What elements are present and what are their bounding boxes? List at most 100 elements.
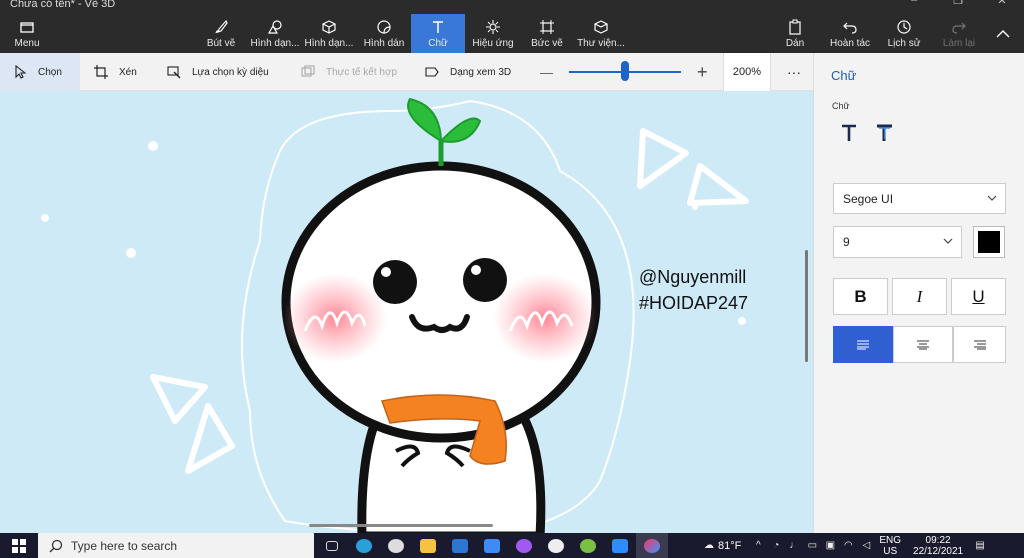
3d-text-button[interactable] [874,121,896,145]
collapse-ribbon-icon[interactable] [996,26,1010,44]
volume-icon[interactable]: ◁ [857,540,875,551]
paint3d-icon[interactable] [636,533,668,558]
sprout-leaf-right [438,117,482,143]
microphone-icon[interactable]: ♩ [785,540,803,551]
watermark-line2: #HOIDAP247 [639,293,749,313]
zoom-slider-thumb[interactable] [621,61,629,81]
maximize-button[interactable]: ❐ [936,0,980,8]
close-button[interactable]: ✕ [980,0,1024,8]
more-button[interactable]: ··· [787,53,801,91]
windows-taskbar: Type here to search ☁ 81°F ^ ◔ ♩ ▭ ▣ ◠ ◁… [0,533,1024,558]
minimize-button[interactable]: – [892,0,936,8]
font-size-value: 9 [843,235,850,249]
weather-temp[interactable]: 81°F [718,540,741,552]
chevron-up-icon[interactable]: ^ [749,540,767,551]
watermark-line1: @Nguyenmill [639,267,747,287]
taskbar-search[interactable]: Type here to search [38,533,314,558]
effects-icon [483,18,503,36]
pinned-apps [316,533,668,558]
dropbox-icon[interactable] [476,533,508,558]
2d-shapes-icon [265,18,285,36]
drawing-canvas[interactable]: @Nguyenmill #HOIDAP247 [0,91,813,533]
horizontal-scrollbar[interactable] [309,524,493,527]
chevron-down-icon [943,236,953,247]
redo-icon [949,18,969,36]
brush-tab[interactable]: Bút vẽ [194,14,248,53]
wifi-icon[interactable]: ◠ [839,540,857,551]
2d-shapes-tab[interactable]: Hình dạn... [248,14,302,53]
mail-icon[interactable] [444,533,476,558]
canvas-label: Bức vẽ [531,38,563,49]
zoom-icon[interactable] [604,533,636,558]
notifications-icon[interactable]: ▤ [971,540,989,551]
browser-icon[interactable] [540,533,572,558]
align-center-button[interactable] [893,326,953,363]
sticker-icon [374,18,394,36]
magic-select-tool[interactable]: Lựa chọn kỳ diệu [166,53,269,91]
redo-button[interactable]: Làm lại [932,14,986,53]
text-color-swatch[interactable] [973,226,1005,258]
task-view-icon[interactable] [316,533,348,558]
2d-shapes-label: Hình dạn... [250,38,300,49]
canvas-tab[interactable]: Bức vẽ [520,14,574,53]
battery-icon[interactable]: ▭ [803,540,821,551]
menu-button[interactable]: Menu [0,14,54,53]
language-indicator[interactable]: ENG US [879,535,901,557]
clock-date: 22/12/2021 [913,545,964,557]
network-icon[interactable]: ◔ [767,540,785,551]
3d-view-tool[interactable]: Dạng xem 3D [424,53,511,91]
3d-text-icon [877,124,892,141]
start-button[interactable] [0,533,38,558]
vertical-scrollbar[interactable] [805,250,808,362]
obs-icon[interactable] [380,533,412,558]
select-label: Chọn [38,66,62,78]
cc-icon[interactable] [572,533,604,558]
messenger-icon[interactable] [508,533,540,558]
3d-shapes-tab[interactable]: Hình dạn... [302,14,356,53]
effects-tab[interactable]: Hiệu ứng [466,14,520,53]
panel-title: Chữ [831,68,857,83]
system-tray: ☁ 81°F ^ ◔ ♩ ▭ ▣ ◠ ◁ ENG US 09:22 22/12/… [700,533,989,558]
2d-text-button[interactable] [838,121,860,145]
library-tab[interactable]: Thư viện... [574,14,628,53]
display-icon[interactable]: ▣ [821,540,839,551]
font-family-select[interactable]: Segoe UI [833,183,1006,214]
window-controls: – ❐ ✕ [892,0,1024,8]
italic-button[interactable]: I [892,278,947,315]
text-tab[interactable]: Chữ [411,14,465,53]
align-center-icon [917,340,929,349]
chevron-down-icon [987,193,997,204]
panel-subtitle: Chữ [832,101,850,111]
zoom-in-button[interactable]: + [697,53,708,91]
3d-shapes-label: Hình dạn... [304,38,354,49]
crop-icon [93,64,109,80]
underline-button[interactable]: U [951,278,1006,315]
canvas-icon [537,18,557,36]
lang-top: ENG [879,534,902,546]
undo-button[interactable]: Hoàn tác [823,14,877,53]
folder-icon [17,18,37,36]
zoom-out-button[interactable]: — [540,53,553,91]
windows-logo-icon [12,538,26,553]
3d-shapes-icon [319,18,339,36]
lang-bottom: US [883,545,898,557]
bold-button[interactable]: B [833,278,888,315]
zoom-value[interactable]: 200% [723,53,771,91]
history-button[interactable]: Lịch sử [877,14,931,53]
font-size-select[interactable]: 9 [833,226,962,258]
crop-tool[interactable]: Xén [93,53,137,91]
select-tool[interactable]: Chọn [0,53,80,91]
file-explorer-icon[interactable] [412,533,444,558]
paste-button[interactable]: Dán [768,14,822,53]
text-panel: Chữ Chữ Segoe UI 9 B I U [813,53,1024,533]
sticker-tab[interactable]: Hình dán [357,14,411,53]
window-title: Chưa có tên* - Vẽ 3D [10,0,116,10]
align-right-button[interactable] [953,326,1006,363]
align-left-button[interactable] [833,326,893,363]
3d-view-label: Dạng xem 3D [450,66,512,78]
weather-icon[interactable]: ☁ [700,540,718,551]
mixed-reality-tool[interactable]: Thực tế kết hợp [300,53,397,91]
clock[interactable]: 09:22 22/12/2021 [913,535,963,557]
edge-icon[interactable] [348,533,380,558]
undo-label: Hoàn tác [829,38,871,49]
